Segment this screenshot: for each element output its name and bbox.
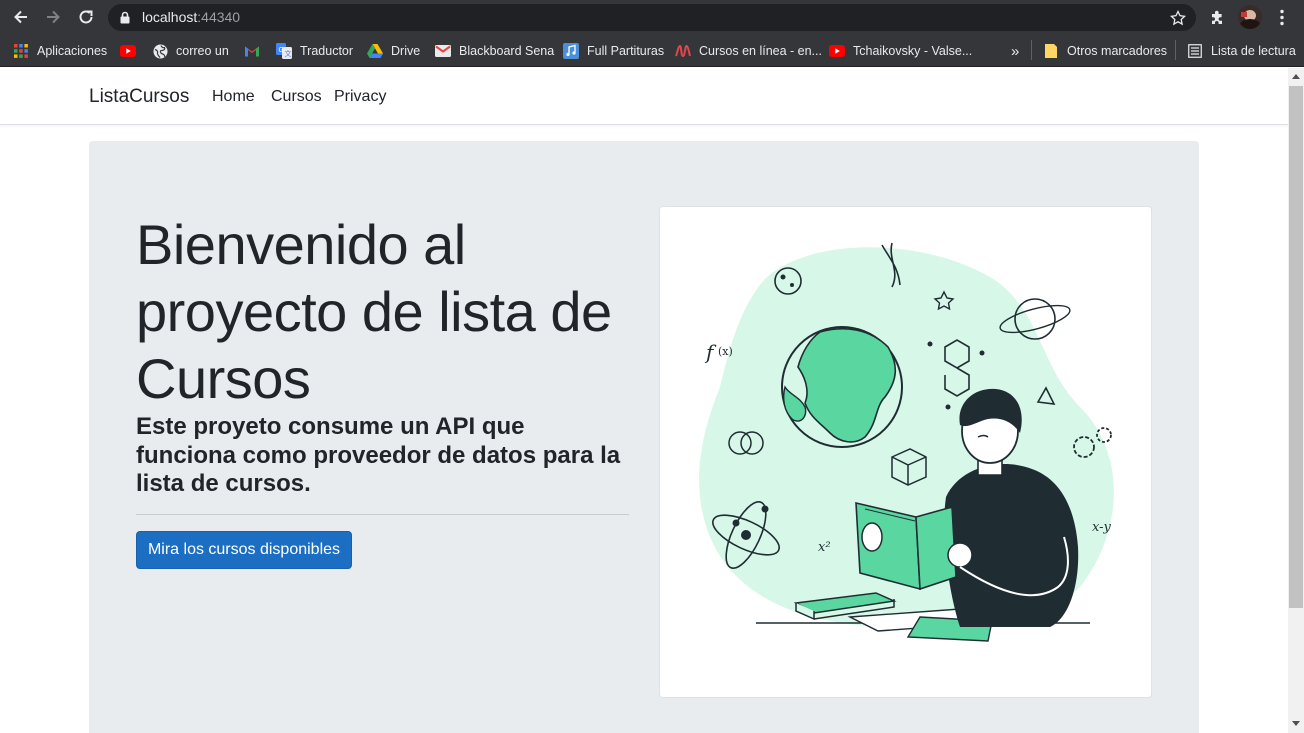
jumbotron: Bienvenido al proyecto de lista de Curso… — [89, 141, 1199, 733]
youtube-icon — [120, 43, 136, 59]
reading-list-button[interactable]: Lista de lectura — [1187, 41, 1296, 61]
nav-link-home[interactable]: Home — [212, 88, 255, 106]
forward-arrow-icon — [47, 10, 60, 24]
bookmark-traductor[interactable]: G文 Traductor — [276, 41, 353, 61]
bookmark-gmail[interactable] — [244, 41, 268, 61]
view-courses-button[interactable]: Mira los cursos disponibles — [136, 531, 352, 569]
student-reading-illustration: f (x) x² x-y — [699, 242, 1114, 642]
scroll-up-arrow-icon[interactable] — [1292, 74, 1300, 79]
bookmark-tchaikovsky[interactable]: Tchaikovsky - Valse... — [829, 41, 972, 61]
bookmark-correo[interactable]: correo un — [152, 41, 229, 61]
site-navbar: ListaCursos Home Cursos Privacy — [0, 68, 1288, 125]
svg-text:x²: x² — [818, 540, 831, 555]
music-icon — [563, 43, 579, 59]
menu-dots-icon[interactable] — [1278, 9, 1286, 26]
translate-icon: G文 — [276, 43, 292, 59]
reading-list-icon — [1187, 43, 1203, 59]
address-bar[interactable]: localhost:44340 — [108, 4, 1196, 31]
back-button[interactable] — [10, 6, 32, 28]
reload-icon — [79, 10, 93, 24]
bookmark-star-icon[interactable] — [1170, 10, 1186, 26]
nav-link-cursos[interactable]: Cursos — [271, 88, 322, 106]
bookmark-youtube[interactable] — [120, 41, 144, 61]
bookmarks-divider — [1031, 40, 1032, 60]
gmail-icon — [435, 43, 451, 59]
scrollbar-thumb[interactable] — [1289, 86, 1303, 608]
svg-text:f: f — [704, 340, 717, 364]
globe-icon — [152, 43, 168, 59]
forward-button[interactable] — [42, 6, 64, 28]
profile-avatar[interactable] — [1238, 5, 1262, 29]
navbar-brand[interactable]: ListaCursos — [89, 86, 189, 108]
lock-icon — [120, 11, 130, 24]
bookmark-blackboard[interactable]: Blackboard Sena — [435, 41, 554, 61]
wave-icon — [675, 43, 691, 59]
svg-text:(x): (x) — [718, 345, 733, 358]
bookmarks-overflow-button[interactable]: » — [1011, 41, 1019, 61]
hero-subtitle: Este proyeto consume un API que funciona… — [136, 413, 621, 497]
nav-link-privacy[interactable]: Privacy — [334, 88, 386, 106]
bookmarks-bar: Aplicaciones correo un G文 Traductor Driv… — [0, 34, 1304, 67]
hero-title: Bienvenido al proyecto de lista de Curso… — [136, 213, 612, 410]
bookmark-cursos[interactable]: Cursos en línea - en... — [675, 41, 822, 61]
scroll-down-arrow-icon[interactable] — [1292, 721, 1300, 726]
drive-icon — [367, 43, 383, 59]
gmail-icon — [244, 43, 260, 59]
page-viewport: ListaCursos Home Cursos Privacy Bienveni… — [0, 68, 1288, 733]
url-text: localhost:44340 — [142, 9, 241, 25]
svg-text:x-y: x-y — [1092, 520, 1111, 535]
svg-text:G: G — [279, 47, 284, 54]
youtube-icon — [829, 43, 845, 59]
folder-icon — [1043, 43, 1059, 59]
bookmark-drive[interactable]: Drive — [367, 41, 420, 61]
bookmark-partituras[interactable]: Full Partituras — [563, 41, 664, 61]
bookmark-apps[interactable]: Aplicaciones — [13, 41, 107, 61]
extensions-icon[interactable] — [1209, 9, 1226, 26]
bookmarks-divider — [1175, 40, 1176, 60]
apps-grid-icon — [13, 43, 29, 59]
divider — [136, 514, 629, 515]
browser-toolbar: localhost:44340 — [0, 0, 1304, 34]
back-arrow-icon — [14, 10, 27, 24]
bookmark-other[interactable]: Otros marcadores — [1043, 41, 1167, 61]
hero-image-card: f (x) x² x-y — [659, 206, 1152, 698]
svg-text:文: 文 — [285, 49, 292, 58]
reload-button[interactable] — [75, 6, 97, 28]
